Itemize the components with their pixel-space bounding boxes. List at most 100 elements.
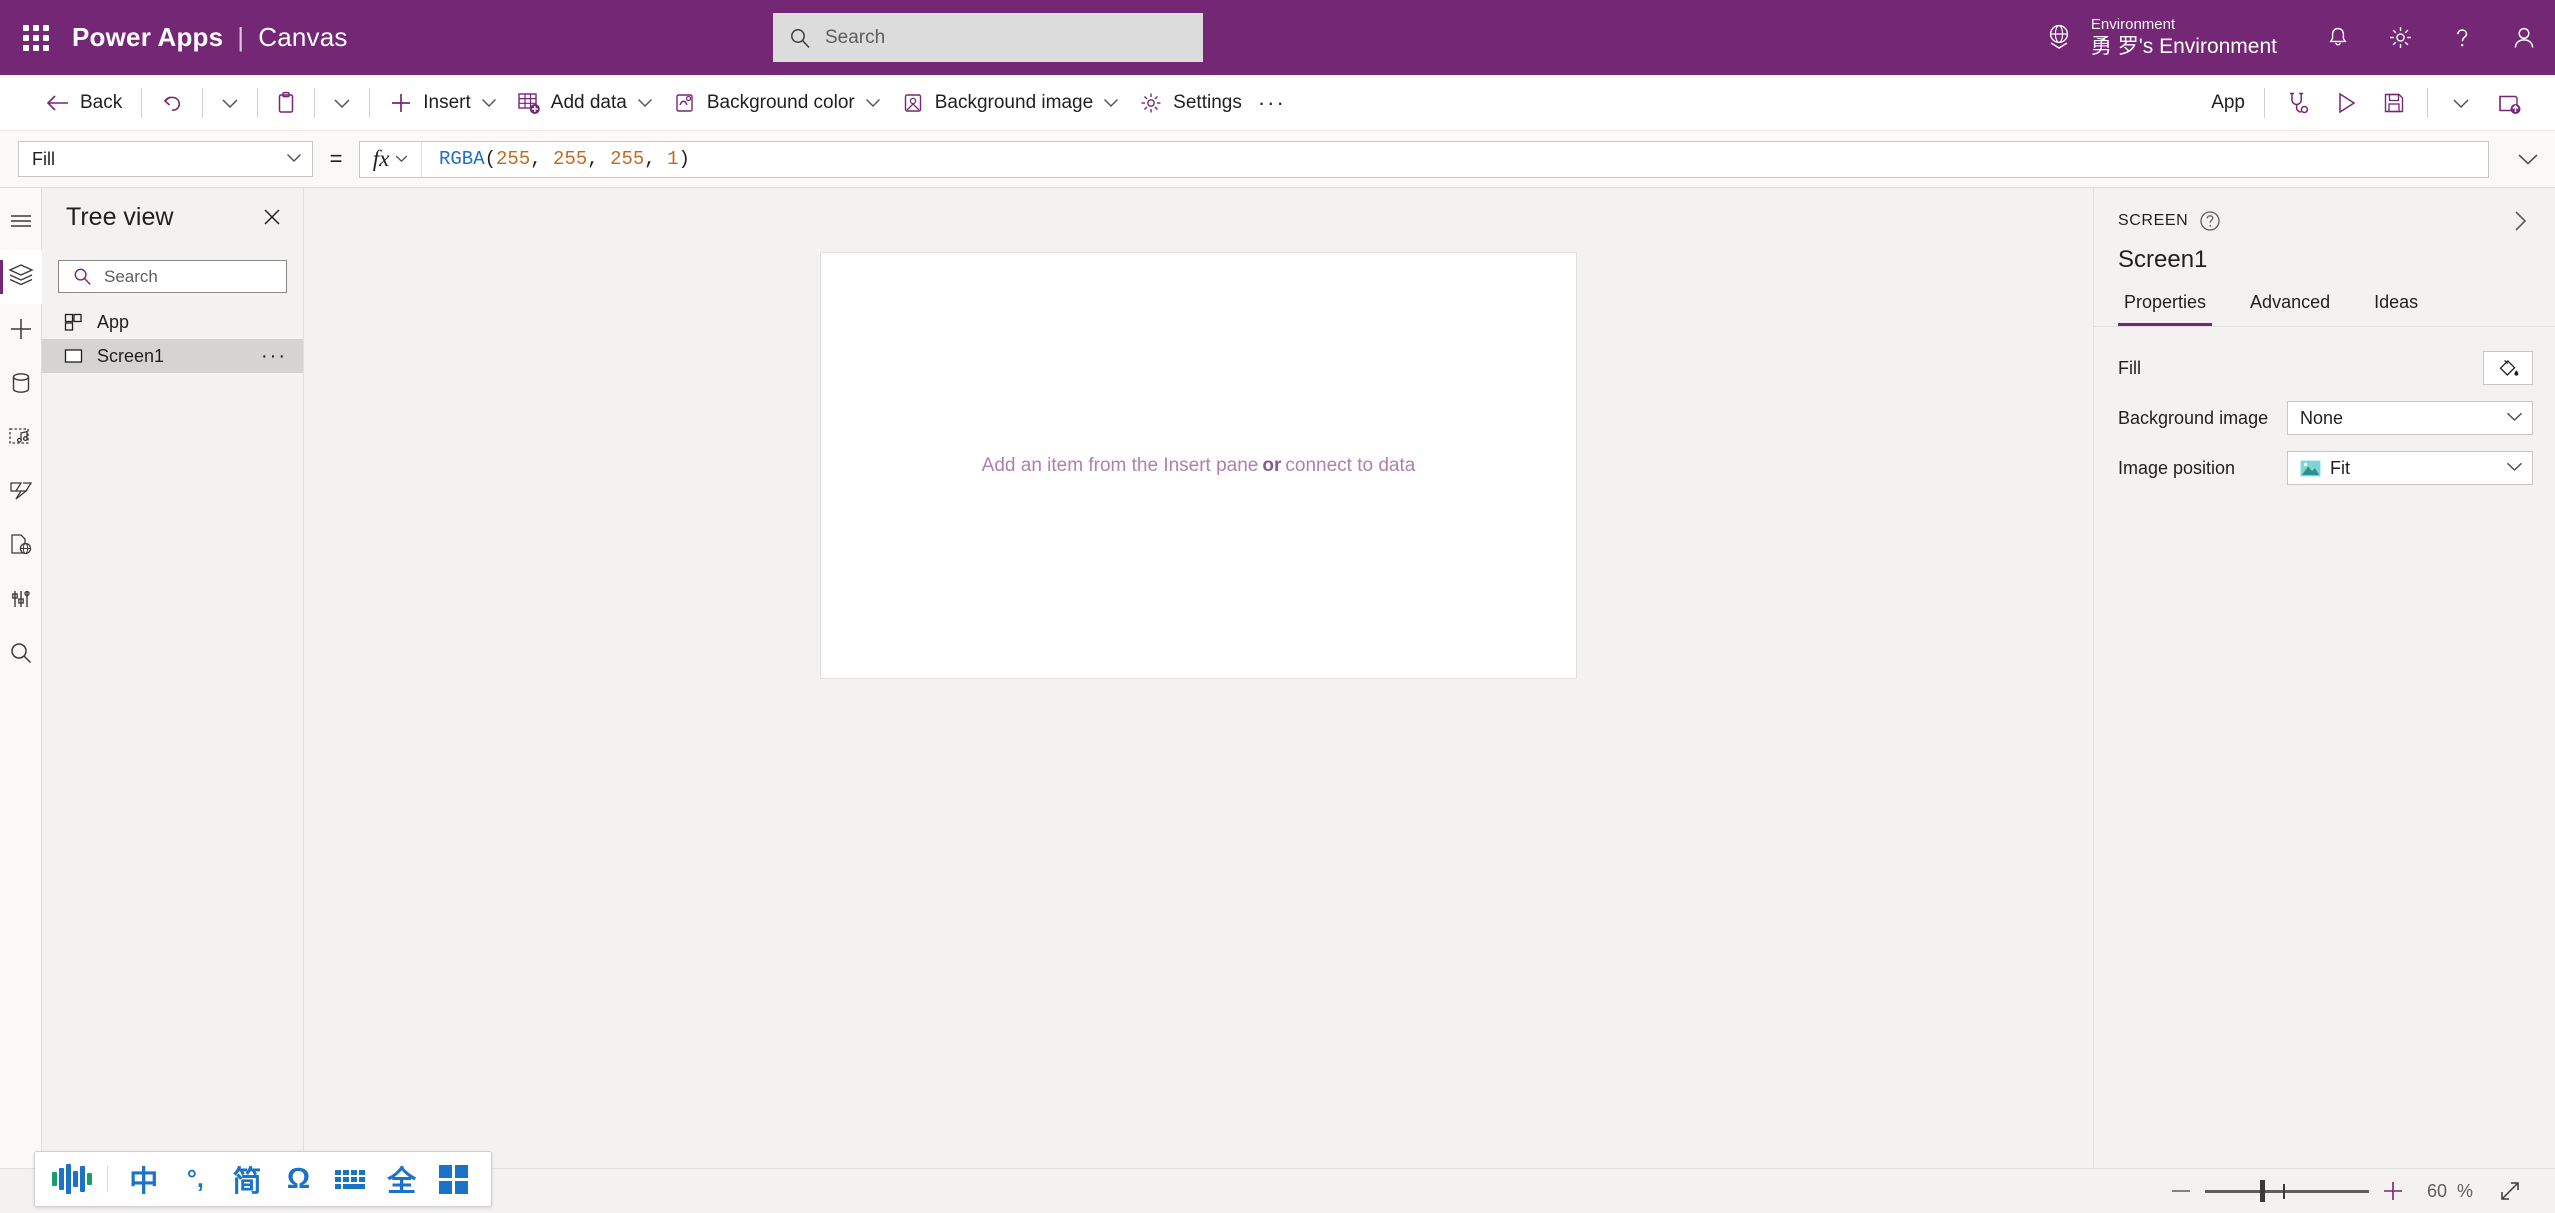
rail-item-variables[interactable] [0, 520, 42, 574]
divider [257, 87, 259, 118]
rail-item-tree-view[interactable] [0, 250, 42, 304]
canvas-empty-hint: Add an item from the Insert pane or connec… [982, 455, 1416, 477]
add-data-icon [517, 91, 541, 115]
help-question-icon[interactable] [2431, 0, 2493, 75]
back-button[interactable]: Back [36, 83, 132, 123]
chevron-down-icon [481, 97, 497, 108]
formula-token: , [530, 148, 554, 170]
app-launcher-icon[interactable] [0, 0, 72, 75]
chevron-down-icon [2518, 154, 2538, 165]
settings-label: Settings [1173, 91, 1242, 113]
tab-ideas[interactable]: Ideas [2368, 292, 2424, 326]
rail-item-advanced-tools[interactable] [0, 574, 42, 628]
close-icon[interactable] [255, 200, 289, 234]
property-label: Fill [2118, 357, 2141, 378]
zoom-in-button[interactable] [2375, 1173, 2411, 1209]
environment-label: Environment [2090, 15, 2176, 33]
app-checker-button[interactable] [2274, 83, 2322, 123]
paste-button[interactable] [267, 83, 305, 123]
publish-button[interactable] [2485, 83, 2533, 123]
image-icon [2300, 460, 2321, 477]
tree-search-input[interactable]: Search [58, 260, 287, 293]
zoom-out-button[interactable] [2163, 1173, 2199, 1209]
tab-properties[interactable]: Properties [2118, 292, 2213, 326]
canvas-area[interactable]: Add an item from the Insert pane or connec… [304, 188, 2093, 1168]
settings-button[interactable]: Settings [1129, 83, 1252, 123]
paste-caret-button[interactable] [324, 83, 360, 123]
screen-canvas[interactable]: Add an item from the Insert pane or connec… [821, 253, 1576, 678]
dropdown-value: Fit [2330, 457, 2350, 478]
global-search-input[interactable]: Search [773, 13, 1203, 62]
collapse-panel-button[interactable] [2503, 204, 2537, 238]
properties-kind-label: SCREEN [2118, 212, 2189, 229]
rail-item-search[interactable] [0, 628, 42, 682]
background-color-icon [673, 91, 697, 115]
command-bar: Back Insert Add data Background color Ba… [0, 75, 2555, 131]
command-overflow-button[interactable]: ··· [1252, 83, 1292, 123]
ime-fullwidth-toggle[interactable]: 全 [376, 1157, 428, 1201]
environment-text: Environment 勇 罗's Environment [2091, 16, 2277, 59]
ime-settings-icon[interactable] [427, 1157, 479, 1201]
fill-bucket-icon [2499, 359, 2519, 376]
save-caret-button[interactable] [2437, 83, 2485, 123]
app-button[interactable]: App [2201, 83, 2255, 123]
ime-chinese-english-toggle[interactable]: 中 [118, 1157, 170, 1201]
rail-item-power-automate[interactable] [0, 466, 42, 520]
undo-caret-button[interactable] [212, 83, 248, 123]
zoom-slider[interactable] [2204, 1173, 2369, 1209]
environment-selector[interactable]: Environment 勇 罗's Environment [2043, 16, 2277, 59]
insert-pane-link[interactable]: Add an item from the Insert pane [982, 455, 1259, 476]
ime-simplified-toggle[interactable]: 简 [221, 1157, 273, 1201]
zoom-slider-thumb[interactable] [2259, 1180, 2265, 1202]
app-label: App [2211, 92, 2245, 113]
fit-to-screen-button[interactable] [2489, 1173, 2531, 1209]
background-image-dropdown[interactable]: None [2287, 401, 2533, 435]
property-selector[interactable]: Fill [18, 141, 313, 177]
account-person-icon[interactable] [2493, 0, 2555, 75]
gear-icon[interactable] [2369, 0, 2431, 75]
rail-item-insert[interactable] [0, 304, 42, 358]
ime-punctuation-toggle[interactable]: °, [170, 1157, 222, 1201]
chevron-down-icon [865, 97, 881, 108]
help-circle-icon[interactable] [2199, 210, 2221, 232]
add-data-button[interactable]: Add data [507, 83, 663, 123]
image-position-dropdown[interactable]: Fit [2287, 451, 2533, 485]
equals-sign: = [329, 146, 343, 171]
ime-soft-keyboard-icon[interactable] [324, 1157, 376, 1201]
undo-button[interactable] [151, 83, 193, 123]
brand[interactable]: Power Apps | Canvas [72, 22, 348, 53]
notification-bell-icon[interactable] [2307, 0, 2369, 75]
preview-button[interactable] [2322, 83, 2370, 123]
tree-search-placeholder: Search [104, 266, 158, 286]
tree-node-context-menu[interactable]: ··· [261, 345, 293, 368]
rail-item-media[interactable] [0, 412, 42, 466]
ime-symbol-input[interactable]: Ω [273, 1157, 325, 1201]
connect-to-data-link[interactable]: connect to data [1285, 455, 1415, 476]
fx-function-button[interactable]: fx [360, 141, 422, 177]
hint-or: or [1262, 454, 1282, 476]
screen-icon [64, 348, 83, 364]
background-image-button[interactable]: Background image [891, 83, 1129, 123]
zoom-value: 60 [2426, 1180, 2447, 1201]
fill-color-button[interactable] [2483, 351, 2533, 385]
formula-input[interactable]: RGBA(255, 255, 255, 1) [422, 148, 2488, 170]
formula-expand-button[interactable] [2501, 131, 2555, 188]
database-icon [10, 371, 32, 400]
search-icon [73, 267, 92, 286]
tab-advanced[interactable]: Advanced [2244, 292, 2336, 326]
zoom-slider-tick [2282, 1183, 2285, 1199]
rail-item-data[interactable] [0, 358, 42, 412]
background-color-button[interactable]: Background color [663, 83, 891, 123]
property-row-background-image: Background image None [2118, 397, 2533, 439]
formula-token: ) [678, 148, 690, 170]
formula-token: 1 [667, 148, 679, 170]
save-button[interactable] [2370, 83, 2418, 123]
tree-node-app[interactable]: App [42, 305, 303, 339]
rail-item-menu[interactable] [0, 196, 42, 250]
tree-node-screen1[interactable]: Screen1 ··· [42, 339, 303, 373]
flow-icon [8, 480, 34, 507]
divider [369, 87, 371, 118]
ime-logo-icon[interactable] [47, 1164, 97, 1194]
insert-button[interactable]: Insert [379, 83, 507, 123]
brand-separator: | [237, 22, 245, 52]
